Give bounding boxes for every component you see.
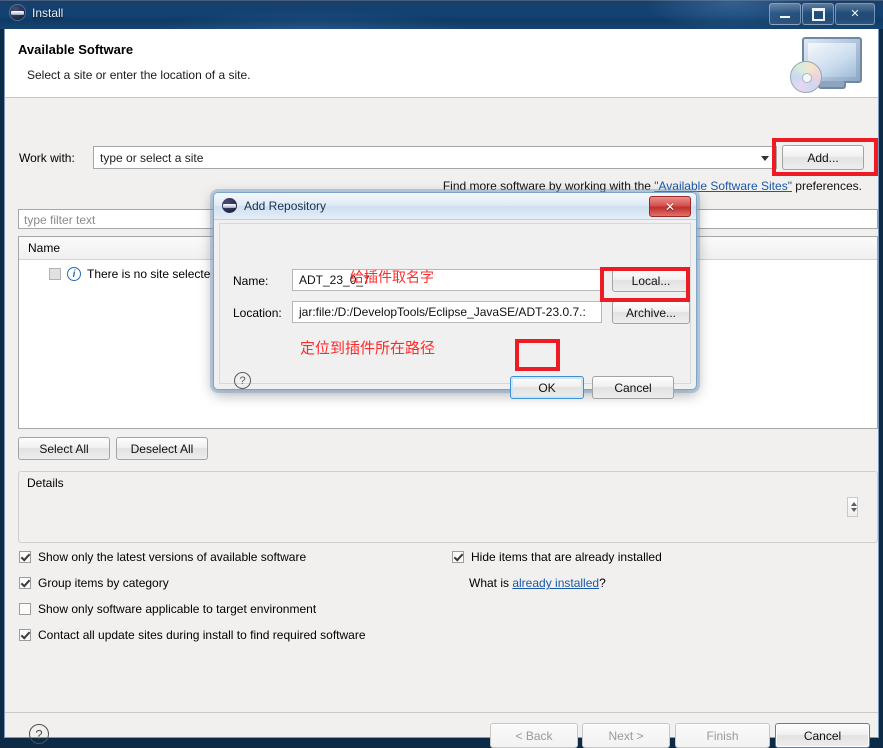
available-software-sites-link[interactable]: "Available Software Sites"	[654, 179, 792, 193]
cancel-button[interactable]: Cancel	[775, 723, 870, 748]
dialog-titlebar: Add Repository ✕	[214, 193, 696, 220]
close-button[interactable]: ✕	[835, 3, 875, 25]
next-button[interactable]: Next >	[582, 723, 670, 748]
option-group-by-category[interactable]: Group items by category	[19, 576, 169, 590]
dialog-title: Add Repository	[244, 198, 327, 213]
checkbox-target-environment[interactable]	[19, 603, 31, 615]
option-contact-update-sites-label: Contact all update sites during install …	[38, 628, 366, 642]
checkbox-contact-update-sites[interactable]	[19, 629, 31, 641]
dialog-title-group: Add Repository	[222, 198, 326, 213]
window-title-group: Install	[10, 5, 63, 20]
checkbox-hide-installed[interactable]	[452, 551, 464, 563]
footer-divider	[5, 712, 878, 713]
add-repository-dialog: Add Repository ✕ Name: ADT_23_0_7 给插件取名字…	[213, 192, 697, 399]
location-field-value: jar:file:/D:/DevelopTools/Eclipse_JavaSE…	[299, 305, 586, 319]
page-title: Available Software	[18, 42, 134, 57]
maximize-icon	[811, 7, 825, 21]
work-with-combo[interactable]: type or select a site	[93, 146, 777, 169]
window-controls: ✕	[768, 3, 875, 25]
option-target-environment[interactable]: Show only software applicable to target …	[19, 602, 316, 616]
list-item-checkbox[interactable]	[49, 268, 61, 280]
column-name-label: Name	[28, 241, 61, 255]
location-field[interactable]: jar:file:/D:/DevelopTools/Eclipse_JavaSE…	[292, 301, 602, 323]
checkbox-group-by-category[interactable]	[19, 577, 31, 589]
minimize-button[interactable]	[769, 3, 801, 25]
dialog-cancel-button[interactable]: Cancel	[592, 376, 674, 399]
option-hide-installed[interactable]: Hide items that are already installed	[452, 550, 662, 564]
select-all-button[interactable]: Select All	[18, 437, 110, 460]
option-contact-update-sites[interactable]: Contact all update sites during install …	[19, 628, 366, 642]
list-item-label: There is no site selecte	[87, 267, 211, 281]
annotation-path-text: 定位到插件所在路径	[300, 340, 436, 357]
details-label: Details	[23, 476, 68, 490]
list-item[interactable]: i There is no site selecte	[49, 267, 210, 281]
already-installed-link[interactable]: already installed	[512, 576, 599, 590]
what-is-suffix: ?	[599, 576, 606, 590]
maximize-button[interactable]	[802, 3, 834, 25]
deselect-all-button[interactable]: Deselect All	[116, 437, 208, 460]
filter-placeholder: type filter text	[24, 213, 96, 227]
finish-button[interactable]: Finish	[675, 723, 770, 748]
option-group-by-category-label: Group items by category	[38, 576, 169, 590]
minimize-icon	[780, 16, 790, 18]
install-wizard-window: Install ✕ Available Software Select a si…	[0, 0, 883, 748]
add-button[interactable]: Add...	[782, 145, 864, 170]
eclipse-icon	[222, 198, 237, 213]
name-field[interactable]: ADT_23_0_7	[292, 269, 602, 291]
details-spinner[interactable]	[847, 497, 858, 517]
option-latest-versions-label: Show only the latest versions of availab…	[38, 550, 307, 564]
monitor-disc-icon	[788, 37, 864, 93]
name-label: Name:	[233, 274, 269, 288]
work-with-input[interactable]: type or select a site	[100, 151, 203, 165]
location-label: Location:	[233, 306, 282, 320]
page-subtitle: Select a site or enter the location of a…	[27, 68, 251, 82]
dialog-content: Name: ADT_23_0_7 给插件取名字 Local... Locatio…	[219, 223, 691, 399]
option-target-environment-label: Show only software applicable to target …	[38, 602, 317, 616]
disc-icon	[790, 61, 822, 93]
wizard-header: Available Software Select a site or ente…	[5, 29, 878, 98]
window-title: Install	[32, 5, 64, 20]
chevron-down-icon[interactable]	[761, 156, 769, 161]
archive-button[interactable]: Archive...	[612, 301, 690, 324]
annotation-name-text: 给插件取名字	[350, 269, 434, 285]
back-button[interactable]: < Back	[490, 723, 578, 748]
option-latest-versions[interactable]: Show only the latest versions of availab…	[19, 550, 306, 564]
dialog-help-icon[interactable]: ?	[234, 372, 251, 389]
find-more-suffix: preferences.	[791, 179, 862, 193]
option-hide-installed-label: Hide items that are already installed	[471, 550, 662, 564]
dialog-close-button[interactable]: ✕	[649, 196, 691, 217]
find-more-hint: Find more software by working with the "…	[443, 179, 862, 193]
what-is-already-installed: What is already installed?	[469, 576, 606, 590]
work-with-label: Work with:	[19, 151, 75, 165]
what-is-prefix: What is	[469, 576, 513, 590]
help-icon[interactable]: ?	[29, 724, 49, 744]
info-icon: i	[67, 267, 81, 281]
checkbox-latest-versions[interactable]	[19, 551, 31, 563]
details-panel	[18, 471, 878, 543]
local-button[interactable]: Local...	[612, 269, 690, 292]
window-titlebar: Install ✕	[0, 0, 883, 29]
ok-button[interactable]: OK	[510, 376, 584, 399]
find-more-prefix: Find more software by working with the	[442, 179, 655, 193]
eclipse-icon	[10, 5, 25, 20]
